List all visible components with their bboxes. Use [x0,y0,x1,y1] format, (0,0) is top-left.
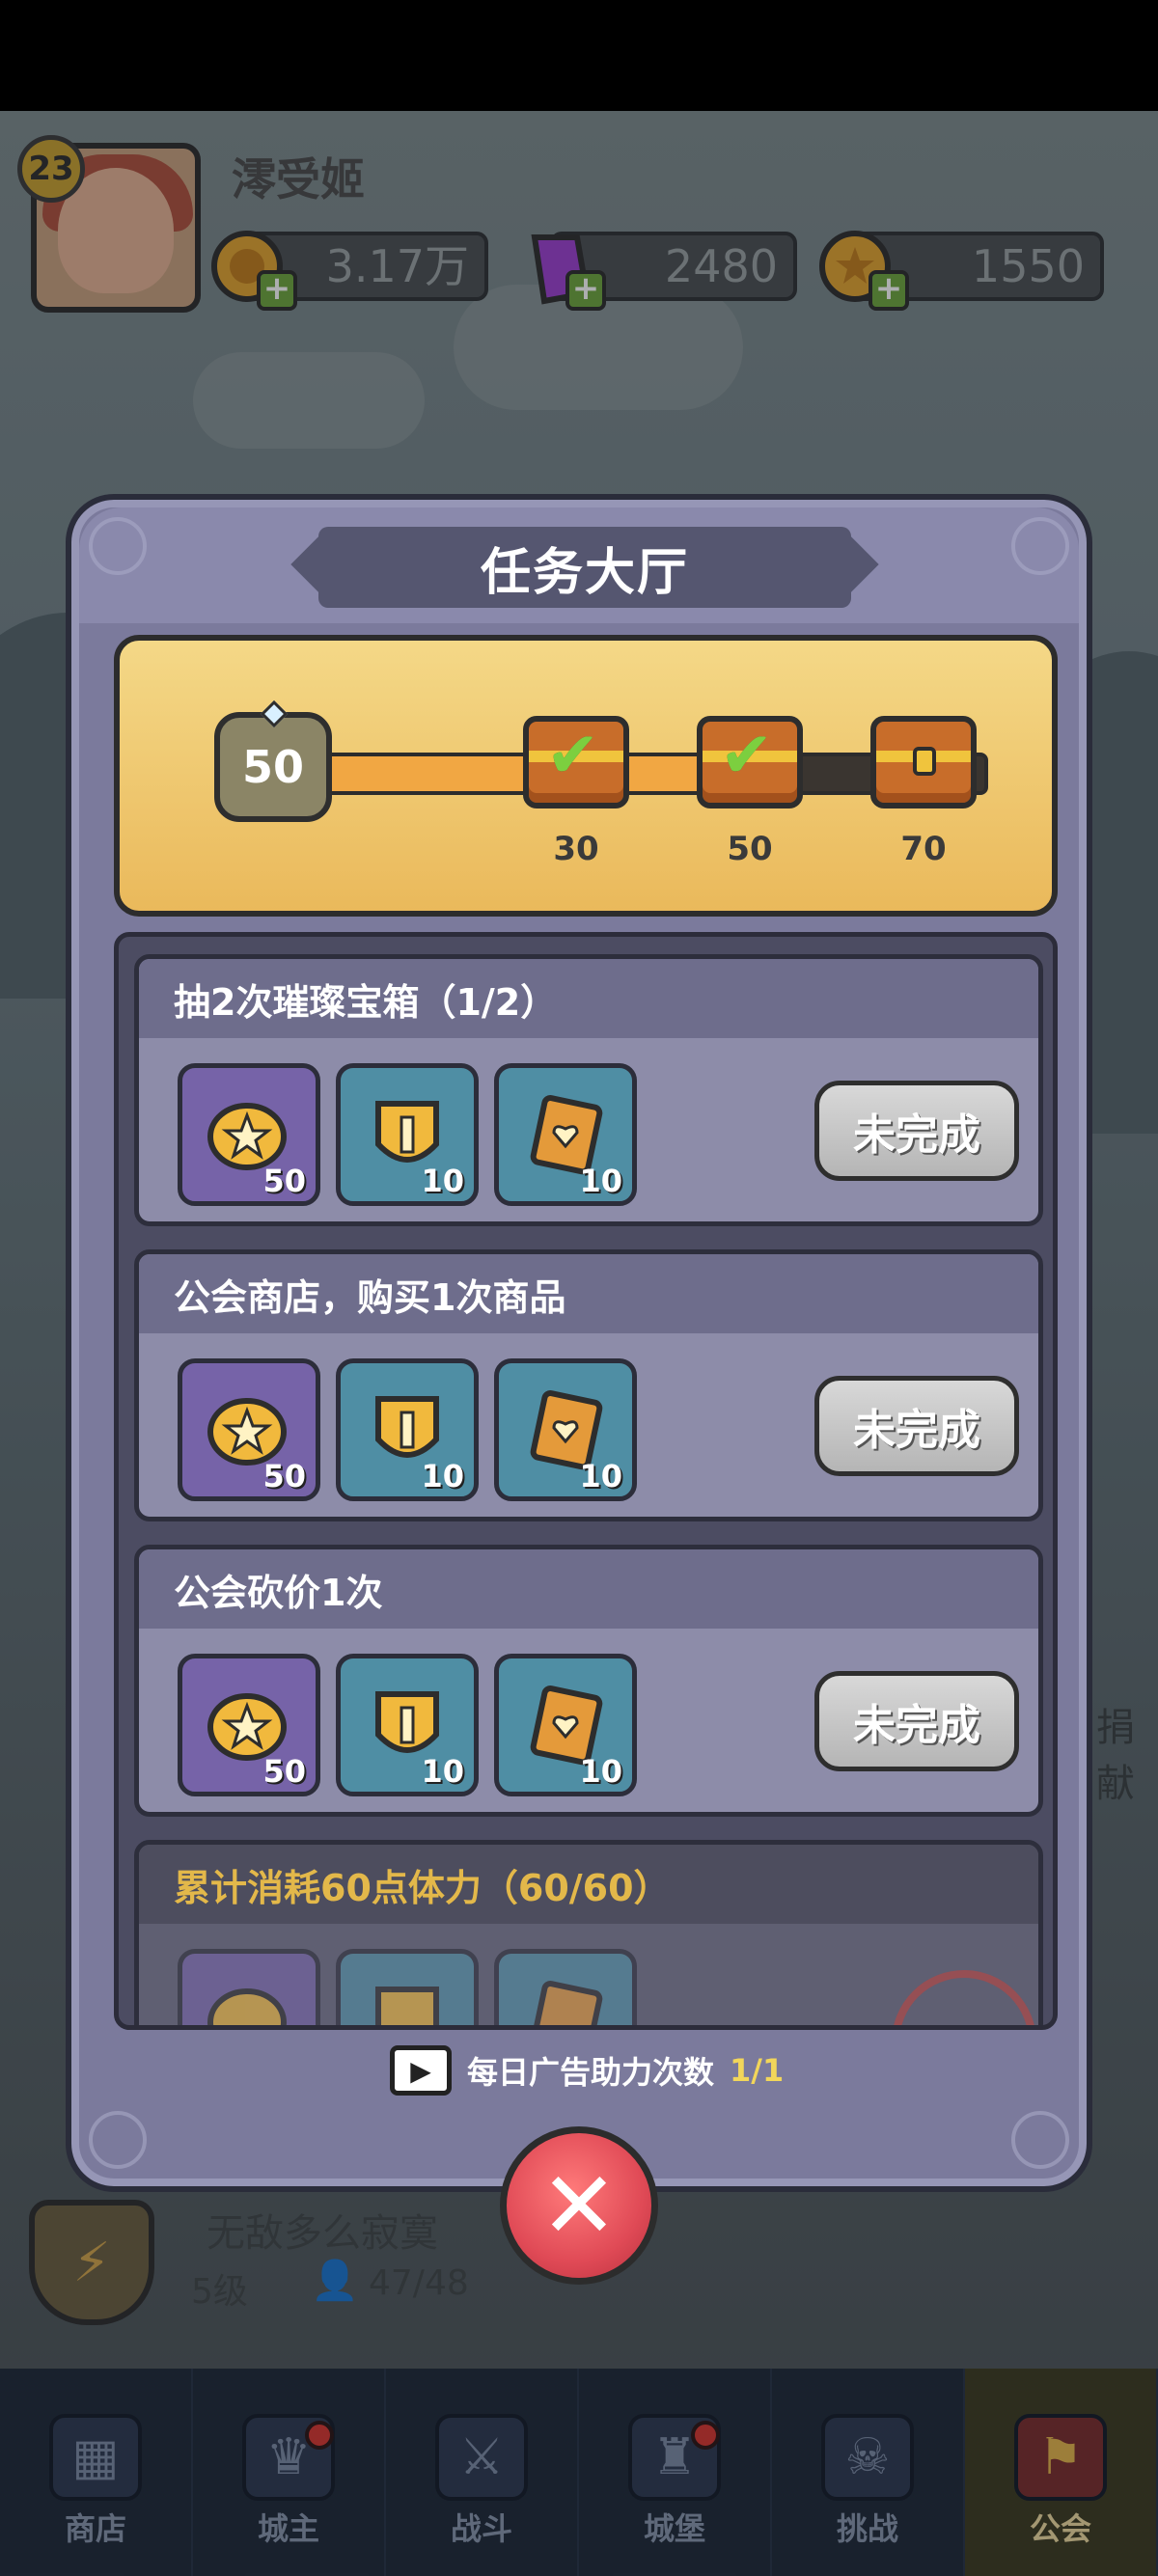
task-title: 公会商店，购买1次商品 [174,1276,566,1319]
corner-ornament [1011,2111,1069,2169]
milestone-chest-50[interactable]: ✔ [697,716,803,808]
reward-heart-book [494,1949,637,2025]
task-title: 抽2次璀璨宝箱（1/2） [174,981,558,1024]
reward-guild-coin[interactable]: 50 [178,1358,320,1501]
milestone-label: 70 [900,830,947,868]
heart-book-icon [530,1981,603,2025]
reward-gold-shield[interactable]: 10 [336,1063,479,1206]
reward-guild-coin[interactable]: 50 [178,1654,320,1796]
dialog-title: 任务大厅 [318,527,851,608]
task-card: 抽2次璀璨宝箱（1/2） 50 10 10 未完成 [134,954,1043,1226]
ad-count: 1/1 [730,2052,785,2089]
reward-heart-book[interactable]: 10 [494,1063,637,1206]
milestone-label: 30 [553,830,599,868]
task-card: 公会商店，购买1次商品 50 10 10 未完成 [134,1249,1043,1521]
reward-heart-book[interactable]: 10 [494,1358,637,1501]
check-icon: ✔ [546,718,600,792]
milestone-chest-30[interactable]: ✔ [523,716,629,808]
guild-coin-icon [207,1988,287,2025]
check-icon: ✔ [720,718,774,792]
task-hall-dialog: 任务大厅 50 ✔ 30 ✔ 50 70 抽2次璀璨宝箱（1/2） 50 10 … [66,494,1092,2192]
corner-ornament [89,2111,147,2169]
ad-label: 每日广告助力次数 [467,2054,715,2091]
reward-guild-coin [178,1949,320,2025]
task-status-button[interactable]: 未完成 [814,1081,1019,1181]
task-status-button[interactable]: 未完成 [814,1376,1019,1476]
reward-guild-coin[interactable]: 50 [178,1063,320,1206]
task-card: 公会砍价1次 50 10 10 未完成 [134,1545,1043,1817]
task-card: 累计消耗60点体力（60/60） 已领取 [134,1840,1043,2025]
activity-progress-panel: 50 ✔ 30 ✔ 50 70 [114,635,1058,917]
corner-ornament [89,517,147,575]
reward-gold-shield[interactable]: 10 [336,1358,479,1501]
reward-gold-shield[interactable]: 10 [336,1654,479,1796]
status-bar [0,0,1158,111]
lock-icon [913,747,936,776]
task-status-button[interactable]: 未完成 [814,1671,1019,1771]
reward-heart-book[interactable]: 10 [494,1654,637,1796]
task-title: 累计消耗60点体力（60/60） [174,1867,671,1909]
reward-gold-shield [336,1949,479,2025]
corner-ornament [1011,517,1069,575]
task-list[interactable]: 抽2次璀璨宝箱（1/2） 50 10 10 未完成 公会商店，购买1次商品 50… [114,932,1058,2030]
close-button[interactable]: ✕ [500,2126,658,2285]
ad-assist-line[interactable]: ▶ 每日广告助力次数 1/1 [390,2040,784,2101]
video-ad-icon: ▶ [390,2045,452,2096]
milestone-label: 50 [727,830,773,868]
milestone-chest-70[interactable] [870,716,977,808]
task-title: 公会砍价1次 [174,1572,383,1614]
activity-points-badge: 50 [214,712,332,822]
claimed-stamp: 已领取 [892,1970,1036,2025]
gold-shield-icon [375,1987,439,2025]
game-screen: 23 澪受姬 3.17万 + 2480 + 1550 + ⚡ 无敌多么寂寞 5级… [0,0,1158,2576]
